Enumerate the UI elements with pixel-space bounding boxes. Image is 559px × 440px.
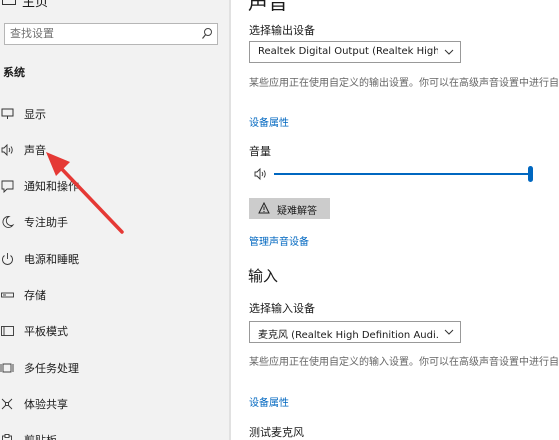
input-device-value: 麦克风 (Realtek High Definition Audi...	[258, 330, 438, 341]
sidebar-item-label: 剪贴板	[24, 432, 57, 440]
sidebar-item-notifications[interactable]: 通知和操作	[0, 172, 229, 200]
volume-label: 音量	[249, 145, 271, 158]
sidebar-item-label: 多任务处理	[24, 362, 79, 375]
troubleshoot-label: 疑难解答	[277, 206, 317, 217]
manage-sound-devices-link[interactable]: 管理声音设备	[249, 233, 309, 248]
output-device-label: 选择输出设备	[249, 24, 315, 37]
sidebar-item-label: 通知和操作	[24, 180, 79, 193]
sidebar-item-label: 存储	[24, 289, 46, 302]
sidebar-item-storage[interactable]: 存储	[0, 281, 229, 309]
input-description: 某些应用正在使用自定义的输入设置。你可以在高级声音设置中进行自定义。	[249, 357, 559, 368]
power-icon	[2, 253, 13, 265]
sidebar: 主页 系统 显示 声音 通知和操作 专注助手	[0, 0, 229, 440]
sidebar-item-multitasking[interactable]: 多任务处理	[0, 354, 229, 382]
sound-settings-pane: 声音 选择输出设备 Realtek Digital Output (Realte…	[231, 0, 559, 440]
input-device-dropdown[interactable]: 麦克风 (Realtek High Definition Audi...	[249, 321, 461, 343]
sidebar-item-label: 平板模式	[24, 325, 68, 338]
warning-icon	[258, 202, 270, 214]
sidebar-item-display[interactable]: 显示	[0, 100, 229, 128]
chevron-down-icon	[444, 49, 454, 55]
sidebar-item-label: 显示	[24, 108, 46, 121]
sidebar-item-clipboard[interactable]: 剪贴板	[0, 426, 229, 440]
sidebar-item-sound[interactable]: 声音	[0, 136, 229, 164]
output-description: 某些应用正在使用自定义的输出设置。你可以在高级声音设置中进行自定义。	[249, 78, 559, 89]
multitask-icon	[0, 363, 14, 373]
sidebar-item-label: 专注助手	[24, 216, 68, 229]
output-device-value: Realtek Digital Output (Realtek High...	[258, 46, 438, 57]
sidebar-item-power-sleep[interactable]: 电源和睡眠	[0, 245, 229, 273]
volume-speaker-icon[interactable]	[253, 167, 269, 181]
search-icon[interactable]	[201, 27, 213, 41]
section-title: 系统	[3, 66, 25, 79]
sidebar-item-label: 体验共享	[24, 398, 68, 411]
volume-slider-track[interactable]	[274, 173, 530, 175]
sidebar-item-label: 电源和睡眠	[24, 253, 79, 266]
share-icon	[1, 398, 13, 410]
page-title: 声音	[248, 0, 288, 14]
clipboard-icon	[2, 434, 12, 440]
notification-icon	[1, 180, 14, 193]
test-microphone-label: 测试麦克风	[249, 426, 304, 439]
input-section-title: 输入	[248, 267, 279, 285]
sidebar-home-label[interactable]: 主页	[22, 0, 48, 10]
sidebar-item-focus-assist[interactable]: 专注助手	[0, 208, 229, 236]
sidebar-item-tablet-mode[interactable]: 平板模式	[0, 317, 229, 345]
troubleshoot-button[interactable]: 疑难解答	[249, 198, 330, 219]
sidebar-item-shared-experiences[interactable]: 体验共享	[0, 390, 229, 418]
home-icon	[2, 0, 16, 5]
chevron-down-icon	[444, 329, 454, 335]
input-device-label: 选择输入设备	[249, 302, 315, 315]
storage-icon	[1, 292, 14, 298]
volume-slider-thumb[interactable]	[528, 166, 533, 182]
moon-icon	[2, 216, 15, 228]
tablet-icon	[1, 326, 14, 336]
input-device-properties-link[interactable]: 设备属性	[249, 394, 289, 409]
speaker-icon	[1, 143, 13, 157]
output-device-properties-link[interactable]: 设备属性	[249, 114, 289, 129]
sidebar-item-label: 声音	[24, 144, 46, 157]
monitor-icon	[1, 108, 14, 119]
search-input[interactable]	[10, 27, 195, 40]
search-box[interactable]	[4, 23, 218, 45]
output-device-dropdown[interactable]: Realtek Digital Output (Realtek High...	[249, 41, 461, 63]
